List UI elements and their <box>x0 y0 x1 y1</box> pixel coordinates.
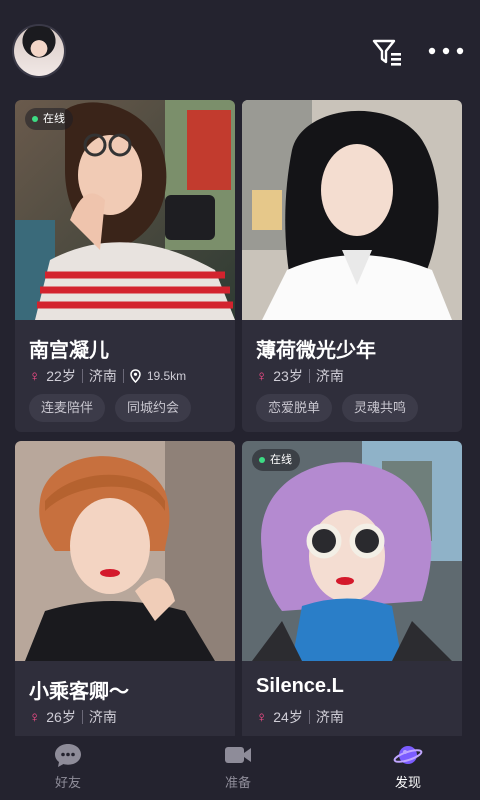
profile-age: 22岁 <box>46 368 76 384</box>
profile-name: Silence.L <box>256 675 344 697</box>
divider <box>308 369 310 383</box>
interest-tag[interactable]: 灵魂共鸣 <box>342 394 419 422</box>
planet-icon <box>393 746 423 764</box>
profile-card[interactable]: 在线 Silence.L ♀ 24岁 济南 <box>242 441 462 741</box>
profile-photo <box>242 100 462 320</box>
profile-name: 薄荷微光少年 <box>256 340 376 362</box>
online-dot-icon <box>32 116 38 122</box>
profile-meta: ♀ 24岁 济南 <box>256 707 344 727</box>
online-badge: 在线 <box>25 108 73 130</box>
profile-photo <box>242 441 462 661</box>
female-icon: ♀ <box>256 367 268 385</box>
profile-meta: ♀ 23岁 济南 <box>256 366 344 386</box>
bottom-tab-bar: 好友 准备 发现 <box>0 736 480 800</box>
tab-label: 准备 <box>224 775 251 790</box>
profile-age: 23岁 <box>273 368 303 384</box>
online-dot-icon <box>259 457 265 463</box>
interest-tags: 恋爱脱单 灵魂共鸣 <box>256 394 419 422</box>
profile-grid: 在线 南宫凝儿 ♀ 22岁 济南 19.5km 连麦陪伴 同城约会 薄荷微光少年… <box>0 0 480 800</box>
divider <box>122 369 124 383</box>
tab-label: 发现 <box>394 775 421 790</box>
tab-label: 好友 <box>54 775 81 790</box>
profile-photo <box>15 441 235 661</box>
chat-bubble-icon <box>55 744 81 767</box>
online-badge: 在线 <box>252 449 300 471</box>
profile-city: 济南 <box>315 709 344 725</box>
profile-age: 26岁 <box>46 709 76 725</box>
profile-name: 南宫凝儿 <box>29 340 109 362</box>
profile-photo <box>15 100 235 320</box>
interest-tags: 连麦陪伴 同城约会 <box>29 394 192 422</box>
profile-city: 济南 <box>315 368 344 384</box>
profile-card[interactable]: 薄荷微光少年 ♀ 23岁 济南 恋爱脱单 灵魂共鸣 <box>242 100 462 432</box>
divider <box>81 369 83 383</box>
profile-meta: ♀ 22岁 济南 19.5km <box>29 366 186 386</box>
profile-age: 24岁 <box>273 709 303 725</box>
interest-tag[interactable]: 同城约会 <box>115 394 192 422</box>
divider <box>81 710 83 724</box>
tab-prepare[interactable]: 准备 <box>198 742 278 791</box>
profile-meta: ♀ 26岁 济南 <box>29 707 117 727</box>
divider <box>308 710 310 724</box>
video-camera-icon <box>225 747 251 763</box>
profile-city: 济南 <box>88 709 117 725</box>
female-icon: ♀ <box>29 367 41 385</box>
profile-distance: 19.5km <box>146 369 187 383</box>
female-icon: ♀ <box>29 708 41 726</box>
profile-name: 小乘客卿～ <box>29 681 129 703</box>
interest-tag[interactable]: 连麦陪伴 <box>29 394 106 422</box>
interest-tag[interactable]: 恋爱脱单 <box>256 394 333 422</box>
profile-card[interactable]: 小乘客卿～ ♀ 26岁 济南 <box>15 441 235 741</box>
tab-friends[interactable]: 好友 <box>28 742 108 791</box>
profile-card[interactable]: 在线 南宫凝儿 ♀ 22岁 济南 19.5km 连麦陪伴 同城约会 <box>15 100 235 432</box>
profile-city: 济南 <box>88 368 117 384</box>
female-icon: ♀ <box>256 708 268 726</box>
tab-discover[interactable]: 发现 <box>368 742 448 791</box>
location-pin-icon <box>130 369 141 383</box>
